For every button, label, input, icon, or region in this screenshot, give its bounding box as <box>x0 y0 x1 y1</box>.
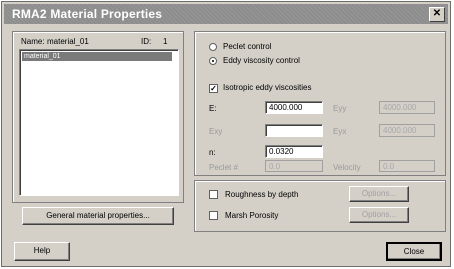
exy-field[interactable] <box>265 124 323 137</box>
close-icon[interactable]: ✕ <box>429 7 445 22</box>
name-label: Name: <box>21 37 45 46</box>
close-button[interactable]: Close <box>386 242 442 261</box>
n-label: n: <box>209 148 216 157</box>
exy-label: Exy <box>209 127 223 136</box>
title-bar[interactable]: RMA2 Material Properties ✕ <box>4 4 448 24</box>
eyx-label: Eyx <box>333 127 347 136</box>
marsh-label: Marsh Porosity <box>225 211 279 220</box>
marsh-options-button[interactable]: Options... <box>349 207 409 223</box>
peclet-number-label: Peclet # <box>209 163 238 172</box>
help-button[interactable]: Help <box>14 242 70 261</box>
roughness-group: Roughness by depth Options... Marsh Poro… <box>194 180 446 232</box>
roughness-options-button[interactable]: Options... <box>349 186 409 202</box>
peclet-control-label: Peclet control <box>223 42 272 51</box>
window-title: RMA2 Material Properties <box>12 7 163 21</box>
roughness-label: Roughness by depth <box>225 190 299 199</box>
n-field[interactable]: 0.0320 <box>265 145 323 158</box>
eyx-field[interactable]: 4000.000 <box>379 124 435 137</box>
peclet-number-field[interactable]: 0.0 <box>265 160 323 172</box>
roughness-checkbox[interactable] <box>209 190 218 199</box>
marsh-checkbox[interactable] <box>209 211 218 220</box>
id-value: 1 <box>163 37 168 46</box>
isotropic-label: Isotropic eddy viscosities <box>223 83 312 92</box>
eddy-radio[interactable] <box>209 57 217 65</box>
material-list-group: Name: material_01 ID: 1 material_01 <box>12 31 184 203</box>
e-field[interactable]: 4000.000 <box>265 101 323 114</box>
name-value: material_01 <box>47 37 89 46</box>
eyy-field[interactable]: 4000.000 <box>379 101 435 114</box>
material-listbox[interactable]: material_01 <box>19 49 179 196</box>
viscosity-group: Peclet control Eddy viscosity control ✓ … <box>194 31 446 176</box>
id-label: ID: <box>141 37 152 46</box>
velocity-label: Velocity <box>333 163 361 172</box>
eddy-control-label: Eddy viscosity control <box>223 56 300 65</box>
e-label: E: <box>209 104 217 113</box>
dialog-window: RMA2 Material Properties ✕ Name: materia… <box>1 1 451 267</box>
general-material-properties-button[interactable]: General material properties... <box>22 207 174 225</box>
eyy-label: Eyy <box>333 104 347 113</box>
velocity-field[interactable]: 0.0 <box>379 160 435 172</box>
list-item[interactable]: material_01 <box>22 52 172 61</box>
peclet-radio[interactable] <box>209 43 217 51</box>
isotropic-checkbox[interactable]: ✓ <box>209 84 218 93</box>
